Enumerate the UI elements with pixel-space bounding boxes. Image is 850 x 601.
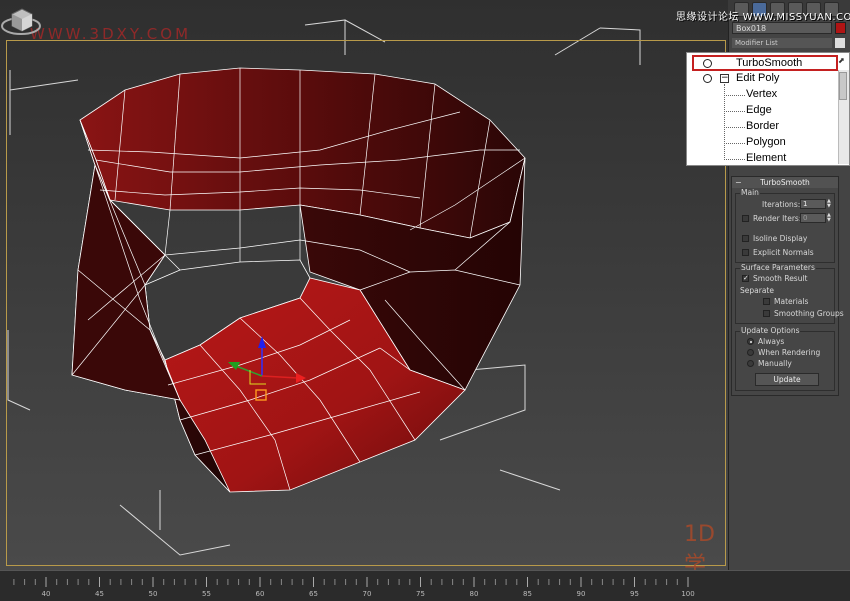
when-rendering-label: When Rendering — [758, 348, 821, 357]
always-radio[interactable] — [747, 338, 754, 345]
timeline-tick-label: 85 — [523, 590, 532, 598]
timeline-ticks: 40 45 50 55 60 65 70 75 80 85 90 95 100 — [13, 577, 695, 598]
perspective-viewport[interactable]: WWW.3DXY.COM 1D学 — [0, 0, 728, 570]
tree-line — [724, 127, 745, 144]
stack-item-vertex[interactable]: Vertex — [746, 86, 777, 102]
update-button[interactable]: Update — [755, 373, 819, 386]
expand-minus-icon[interactable]: − — [720, 74, 729, 83]
timeline-tick-label: 40 — [42, 590, 51, 598]
when-rendering-radio[interactable] — [747, 349, 754, 356]
tree-line — [724, 95, 745, 112]
render-iters-label: Render Iters: — [753, 214, 802, 223]
stack-item-label: TurboSmooth — [736, 57, 803, 69]
timeline-tick-label: 80 — [470, 590, 479, 598]
smoothing-groups-checkbox[interactable] — [763, 310, 770, 317]
modifier-list-arrow-icon[interactable] — [835, 38, 845, 48]
viewport-scene — [7, 19, 641, 556]
render-iters-input[interactable]: 0 — [800, 213, 826, 223]
stack-item-turbosmooth[interactable]: TurboSmooth — [692, 55, 838, 71]
smoothing-groups-label: Smoothing Groups — [774, 309, 844, 318]
timeline-tick-label: 90 — [577, 590, 586, 598]
always-label: Always — [758, 337, 785, 346]
explicit-normals-checkbox[interactable] — [742, 249, 749, 256]
stack-scroll-thumb[interactable] — [839, 72, 847, 100]
main-group-label: Main — [740, 188, 760, 197]
tree-line — [724, 143, 745, 160]
materials-checkbox[interactable] — [763, 298, 770, 305]
tree-line — [724, 111, 745, 128]
rollout-collapse-icon[interactable]: − — [735, 177, 742, 188]
iterations-spinner-icon[interactable]: ▲ ▼ — [827, 199, 834, 209]
object-name-field[interactable]: Box018 — [732, 22, 832, 34]
timeline-ruler[interactable]: 40 45 50 55 60 65 70 75 80 85 90 95 100 — [0, 570, 850, 601]
bulb-icon[interactable] — [703, 74, 712, 83]
timeline-tick-label: 60 — [256, 590, 265, 598]
viewcube-icon[interactable] — [0, 0, 42, 40]
isoline-display-checkbox[interactable] — [742, 235, 749, 242]
separate-label: Separate — [740, 286, 774, 295]
isoline-display-label: Isoline Display — [753, 234, 808, 243]
explicit-normals-label: Explicit Normals — [753, 248, 814, 257]
stack-item-element[interactable]: Element — [746, 150, 786, 166]
update-options-label: Update Options — [740, 326, 801, 335]
modifier-list-dropdown[interactable]: Modifier List — [732, 38, 832, 48]
surface-params-label: Surface Parameters — [740, 263, 816, 272]
iterations-label: Iterations: — [762, 200, 801, 209]
smooth-result-checkbox[interactable]: ✓ — [742, 275, 749, 282]
pin-icon[interactable]: ⬈ — [838, 56, 846, 65]
timeline-tick-label: 75 — [416, 590, 425, 598]
timeline-tick-label: 95 — [630, 590, 639, 598]
render-iters-spinner-icon[interactable]: ▲ ▼ — [827, 213, 834, 223]
smooth-result-label: Smooth Result — [753, 274, 808, 283]
bulb-icon[interactable] — [703, 59, 712, 68]
render-iters-checkbox[interactable] — [742, 215, 749, 222]
manually-radio[interactable] — [747, 360, 754, 367]
object-color-swatch[interactable] — [835, 22, 846, 34]
timeline-tick-label: 100 — [681, 590, 694, 598]
manually-label: Manually — [758, 359, 792, 368]
watermark-missyuan: 思缘设计论坛 WWW.MISSYUAN.COM — [676, 12, 850, 23]
materials-label: Materials — [774, 297, 809, 306]
stack-item-edge[interactable]: Edge — [746, 102, 772, 118]
timeline-tick-label: 45 — [95, 590, 104, 598]
timeline-tick-label: 65 — [309, 590, 318, 598]
timeline-tick-label: 70 — [363, 590, 372, 598]
iterations-input[interactable]: 1 — [800, 199, 826, 209]
timeline-tick-label: 55 — [202, 590, 211, 598]
watermark-3dxy: WWW.3DXY.COM — [30, 25, 192, 43]
stack-item-label: Edit Poly — [736, 72, 780, 84]
stack-item-polygon[interactable]: Polygon — [746, 134, 786, 150]
timeline-tick-label: 50 — [149, 590, 158, 598]
stack-item-border[interactable]: Border — [746, 118, 779, 134]
watermark-1d-logo: 1D学 — [684, 522, 715, 570]
rollout-title[interactable]: TurboSmooth — [732, 177, 838, 188]
